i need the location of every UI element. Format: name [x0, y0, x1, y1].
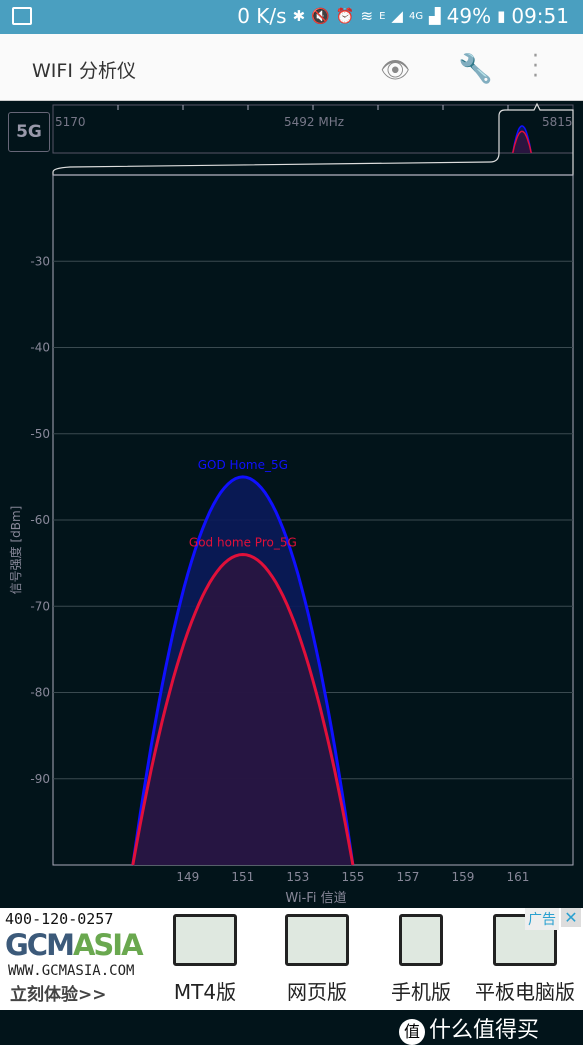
laptop-image	[285, 914, 349, 966]
overview-curve	[512, 130, 532, 154]
overview-freq-end: 5815	[542, 115, 573, 129]
y-tick-label: -80	[30, 686, 50, 700]
x-tick-label: 161	[507, 870, 530, 884]
ad-product[interactable]: 网页版	[262, 914, 372, 1005]
ad-product[interactable]: MT4版	[150, 914, 260, 1005]
ad-tag: 广告	[525, 908, 559, 930]
y-axis-label: 信号强度 [dBm]	[8, 506, 23, 595]
network-label: GOD Home_5G	[198, 458, 288, 472]
watermark: 值什么值得买	[398, 1012, 539, 1045]
signal-curve	[131, 552, 355, 866]
y-tick-label: -40	[30, 341, 50, 355]
ad-phone: 400-120-0257	[5, 910, 114, 928]
monitor-image	[173, 914, 237, 966]
ad-product[interactable]: 手机版	[366, 914, 476, 1005]
x-tick-label: 153	[286, 870, 309, 884]
y-tick-label: -50	[30, 427, 50, 441]
x-tick-label: 149	[176, 870, 199, 884]
channel-graph: 5170 5492 MHz 5815 -30 -40 -50 -60 -70 -80 -90…	[8, 102, 574, 906]
overview-freq-start: 5170	[55, 115, 86, 129]
y-tick-label: -60	[30, 513, 50, 527]
overview-freq-mid: 5492 MHz	[284, 115, 344, 129]
network-label: God home Pro_5G	[189, 536, 297, 550]
x-tick-label: 157	[396, 870, 419, 884]
x-tick-label: 159	[451, 870, 474, 884]
ad-cta[interactable]: 立刻体验>>	[10, 980, 107, 1005]
y-tick-label: -70	[30, 599, 50, 613]
x-axis-label: Wi-Fi 信道	[285, 891, 346, 906]
x-tick-label: 151	[231, 870, 254, 884]
ad-logo: GCMASIA	[5, 928, 144, 962]
overview-strip[interactable]: 5170 5492 MHz 5815	[52, 102, 574, 176]
ad-banner[interactable]: 400-120-0257 GCMASIA WWW.GCMASIA.COM 立刻体…	[0, 908, 583, 1010]
phone-image	[399, 914, 443, 966]
y-tick-label: -30	[30, 254, 50, 268]
y-tick-label: -90	[30, 772, 50, 786]
ad-close-button[interactable]: ✕	[561, 908, 581, 927]
x-tick-label: 155	[341, 870, 364, 884]
ad-url: WWW.GCMASIA.COM	[8, 963, 135, 979]
